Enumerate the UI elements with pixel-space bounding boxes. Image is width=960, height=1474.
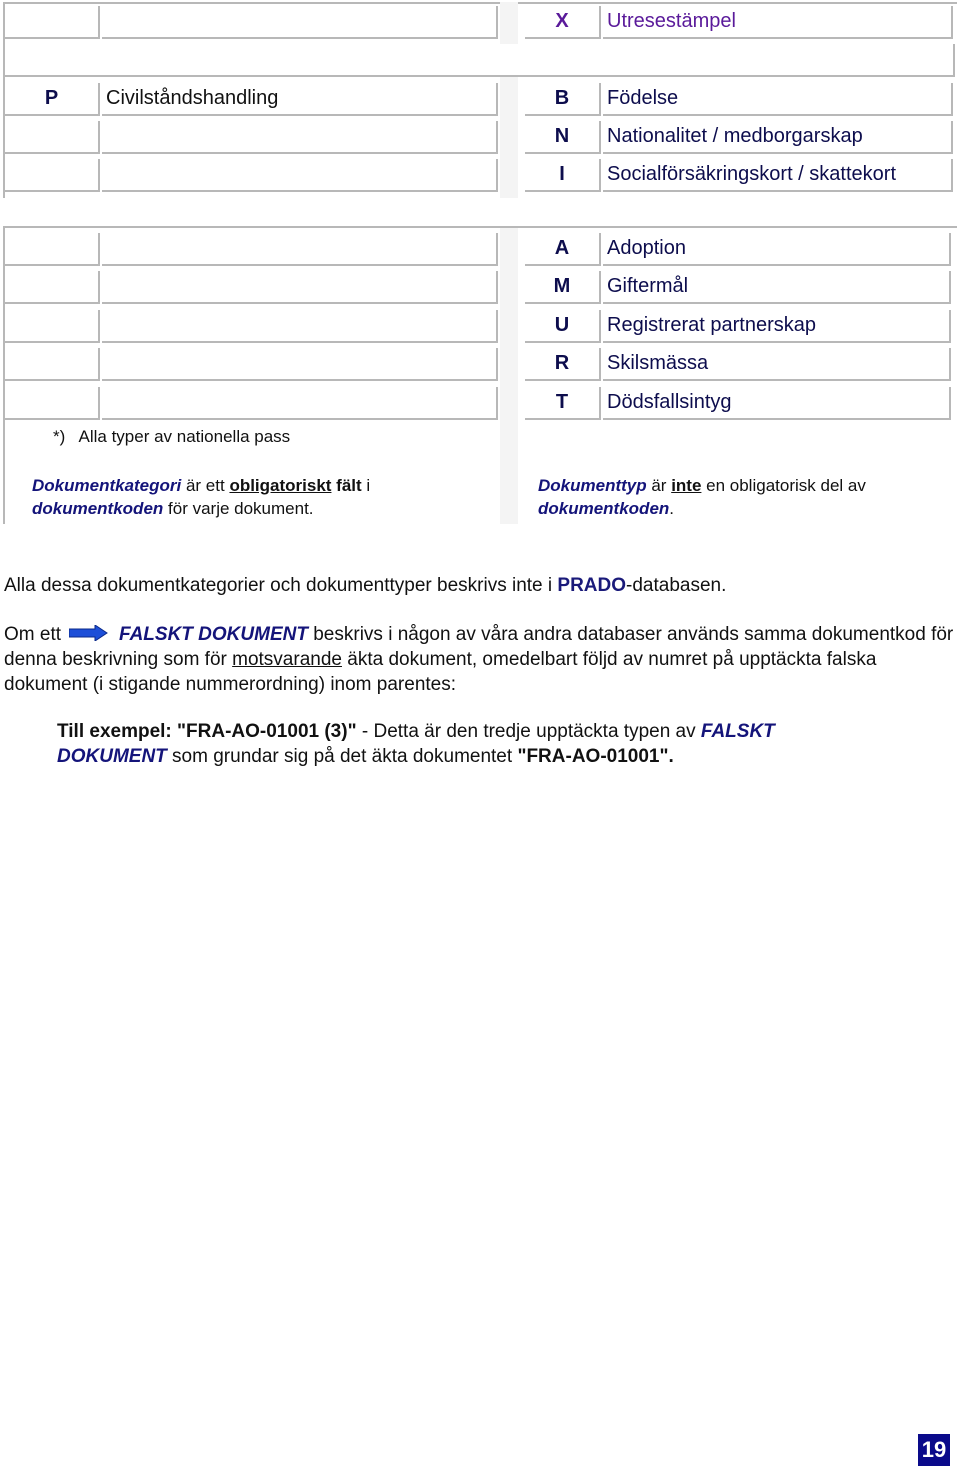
- left-code-cell: [5, 6, 100, 39]
- left-label-cell: [102, 348, 498, 381]
- type-note: Dokumenttyp är inte en obligatorisk del …: [538, 476, 866, 518]
- prado-paragraph: Alla dessa dokumentkategorier och dokume…: [4, 575, 727, 596]
- right-label-cell: Dödsfallsintyg: [603, 387, 951, 420]
- left-code-cell: [5, 387, 100, 420]
- underlined-obligatoriskt: obligatoriskt: [229, 476, 332, 495]
- left-code-cell: [5, 348, 100, 381]
- page-number-badge: 19: [918, 1434, 950, 1466]
- right-label-cell: Skilsmässa: [603, 348, 951, 381]
- right-code-cell: N: [525, 121, 601, 154]
- example-paragraph: Till exempel: "FRA-AO-01001 (3)" - Detta…: [57, 721, 775, 767]
- right-code-cell: I: [525, 159, 601, 192]
- right-label-cell: Registrerat partnerskap: [603, 310, 951, 343]
- term-dokumentkategori: Dokumentkategori: [32, 476, 182, 495]
- right-code-cell: X: [525, 6, 601, 39]
- right-code-cell: A: [525, 233, 601, 266]
- left-code-cell: [5, 159, 100, 192]
- right-code-cell: B: [525, 83, 601, 116]
- right-label-cell: Giftermål: [603, 271, 951, 304]
- left-label-cell: [102, 271, 498, 304]
- right-code-cell: M: [525, 271, 601, 304]
- left-code-cell: [5, 233, 100, 266]
- passport-footnote: *) Alla typer av nationella pass: [53, 427, 291, 446]
- left-label-cell: Civilståndshandling: [102, 83, 498, 116]
- right-label-cell: Adoption: [603, 233, 951, 266]
- false-document-paragraph: Om ett FALSKT DOKUMENT beskrivs i någon a…: [4, 623, 954, 695]
- prado-highlight: PRADO: [557, 575, 627, 596]
- example-code: Till exempel: "FRA-AO-01001 (3)": [57, 721, 357, 742]
- left-label-cell: [102, 121, 498, 154]
- category-note: Dokumentkategori är ett obligatoriskt fä…: [32, 476, 371, 518]
- underlined-inte: inte: [671, 476, 702, 495]
- left-code-cell: [5, 121, 100, 154]
- right-label-cell: Socialförsäkringskort / skattekort: [603, 159, 953, 192]
- right-label-cell: Nationalitet / medborgarskap: [603, 121, 953, 154]
- term-dokumenttyp: Dokumenttyp: [538, 476, 647, 495]
- example-base-code: "FRA-AO-01001".: [517, 746, 674, 767]
- term-dokumentkoden: dokumentkoden: [538, 499, 670, 518]
- left-code-cell: [5, 310, 100, 343]
- column-separator: [500, 228, 518, 524]
- left-label-cell: [102, 387, 498, 420]
- column-separator: [500, 2, 518, 198]
- underlined-motsvarande: motsvarande: [232, 649, 342, 670]
- left-code-cell: [5, 271, 100, 304]
- left-label-cell: [102, 310, 498, 343]
- left-label-cell: [102, 159, 498, 192]
- right-code-cell: T: [525, 387, 601, 420]
- right-label-cell: Födelse: [603, 83, 953, 116]
- left-label-cell: [102, 233, 498, 266]
- left-label-cell: [102, 6, 498, 39]
- right-code-cell: U: [525, 310, 601, 343]
- falskt-dokument-term: FALSKT DOKUMENT: [119, 624, 308, 645]
- term-dokumentkoden: dokumentkoden: [32, 499, 164, 518]
- left-code-cell: P: [5, 83, 100, 116]
- right-code-cell: R: [525, 348, 601, 381]
- arrow-right-icon: [68, 623, 109, 642]
- right-label-cell: Utresestämpel: [603, 6, 953, 39]
- spacer-row: [5, 44, 955, 77]
